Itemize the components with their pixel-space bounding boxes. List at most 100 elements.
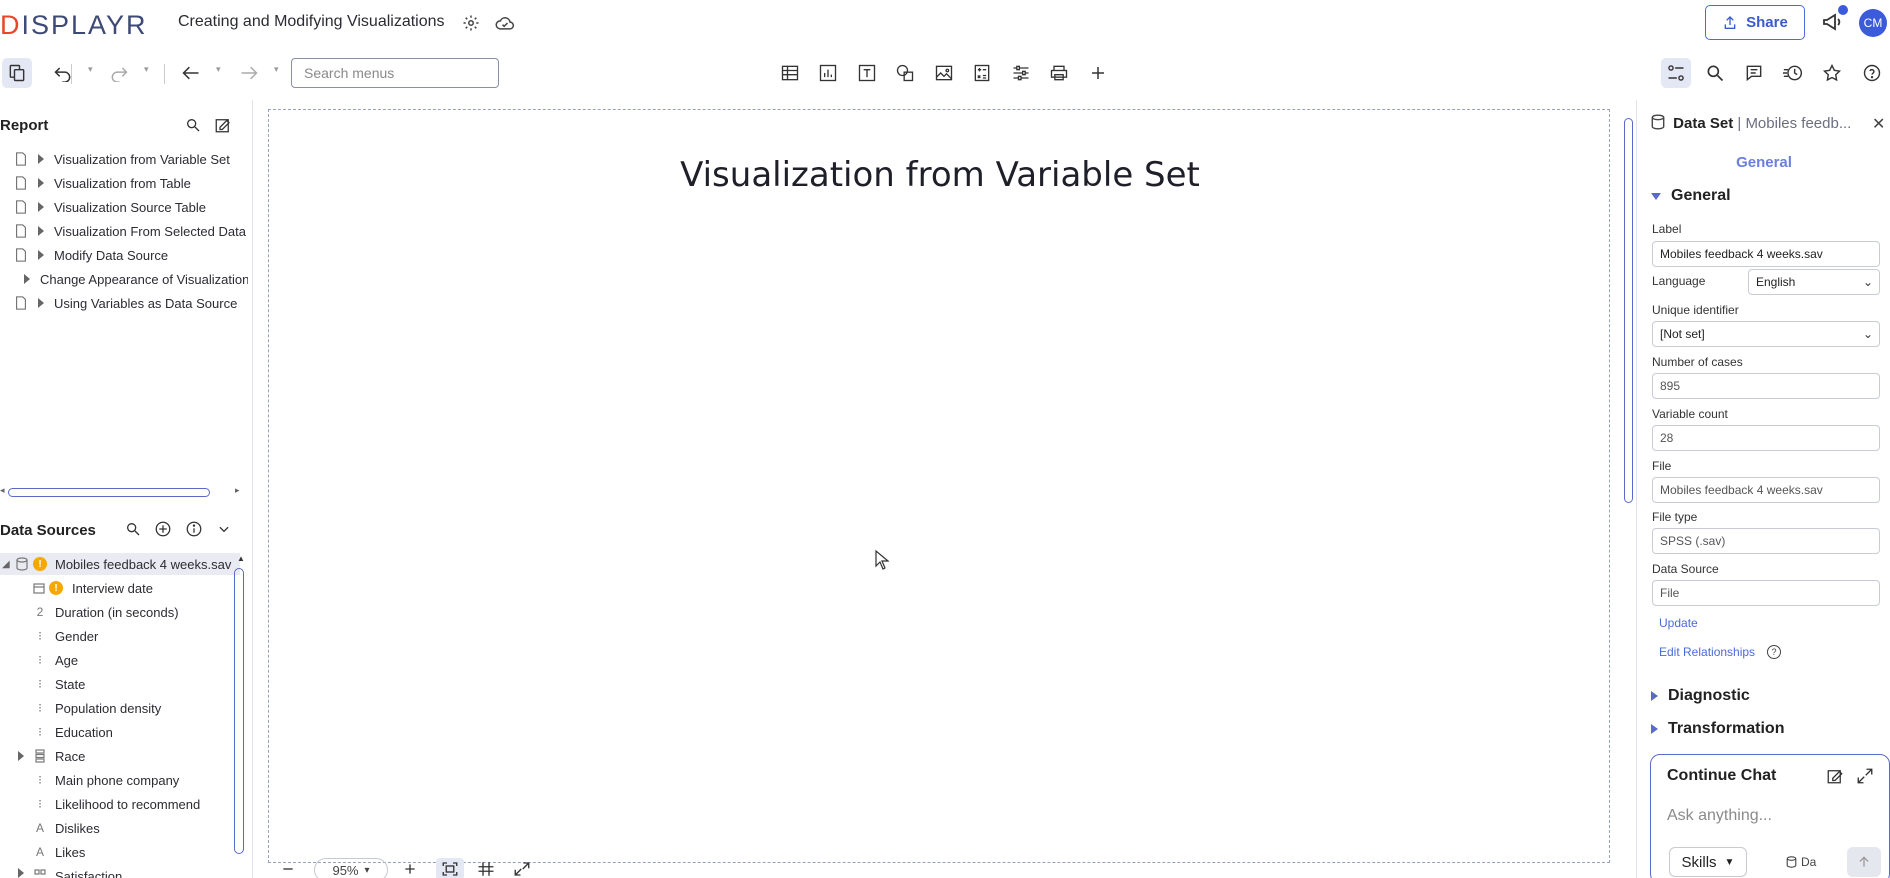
update-link[interactable]: Update xyxy=(1659,616,1698,630)
data-context-chip[interactable]: Da xyxy=(1786,855,1816,869)
forward-button[interactable] xyxy=(234,58,264,88)
skills-dropdown[interactable]: Skills ▼ xyxy=(1669,847,1747,877)
expand-arrow-icon[interactable] xyxy=(38,298,44,308)
unique-id-select[interactable]: [Not set] ⌄ xyxy=(1652,321,1880,347)
variable-item[interactable]: A Likes xyxy=(0,841,240,863)
expand-arrow-icon[interactable] xyxy=(18,868,24,878)
zoom-out-button[interactable] xyxy=(274,858,302,878)
variable-item[interactable]: ⁝ Likelihood to recommend xyxy=(0,793,240,815)
undo-history-caret[interactable]: ▾ xyxy=(88,64,93,75)
section-general[interactable]: General xyxy=(1651,187,1731,205)
report-item[interactable]: Change Appearance of Visualization xyxy=(0,268,248,290)
search-menus-input[interactable] xyxy=(291,58,499,88)
report-item[interactable]: Visualization from Table xyxy=(0,172,248,194)
chevron-down-icon[interactable] xyxy=(214,519,234,539)
variable-item[interactable]: ⁝ State xyxy=(0,673,240,695)
edit-relationships-link[interactable]: Edit Relationships xyxy=(1659,645,1755,659)
search-button[interactable] xyxy=(1700,58,1730,88)
report-horizontal-scrollbar[interactable] xyxy=(8,488,210,497)
data-set-item[interactable]: ◢ ! Mobiles feedback 4 weeks.sav xyxy=(0,553,240,575)
label-input[interactable]: Mobiles feedback 4 weeks.sav xyxy=(1652,241,1880,267)
document-title[interactable]: Creating and Modifying Visualizations xyxy=(178,13,445,31)
add-button[interactable] xyxy=(1083,58,1113,88)
scroll-left-icon[interactable]: ◂ xyxy=(0,485,5,496)
close-icon[interactable]: ✕ xyxy=(1872,114,1885,134)
cloud-sync-icon[interactable] xyxy=(494,12,516,34)
expand-arrow-icon[interactable] xyxy=(38,202,44,212)
variable-item[interactable]: 2 Duration (in seconds) xyxy=(0,601,240,623)
forward-history-caret[interactable]: ▾ xyxy=(274,64,279,75)
variable-item[interactable]: A Dislikes xyxy=(0,817,240,839)
page-canvas[interactable]: Visualization from Variable Set xyxy=(268,109,1610,863)
add-data-icon[interactable] xyxy=(153,519,173,539)
chat-input[interactable] xyxy=(1667,807,1817,825)
expand-arrow-icon[interactable] xyxy=(38,250,44,260)
export-button[interactable] xyxy=(1044,58,1074,88)
section-transformation[interactable]: Transformation xyxy=(1651,720,1784,734)
insert-control-button[interactable] xyxy=(1006,58,1036,88)
redo-history-caret[interactable]: ▾ xyxy=(144,64,149,75)
insert-shape-button[interactable] xyxy=(890,58,920,88)
back-button[interactable] xyxy=(176,58,206,88)
report-item-label: Visualization from Variable Set xyxy=(54,151,230,167)
new-chat-icon[interactable] xyxy=(1826,767,1844,790)
help-icon[interactable]: ? xyxy=(1767,645,1781,659)
variable-item[interactable]: ⁝ Education xyxy=(0,721,240,743)
info-icon[interactable] xyxy=(184,519,204,539)
new-page-icon[interactable] xyxy=(213,115,233,135)
scroll-up-icon[interactable]: ▲ xyxy=(237,554,245,563)
language-select[interactable]: English ⌄ xyxy=(1748,269,1880,295)
expand-arrow-icon[interactable] xyxy=(18,751,24,761)
report-search-icon[interactable] xyxy=(183,115,203,135)
favorites-button[interactable] xyxy=(1817,58,1847,88)
insert-image-button[interactable] xyxy=(929,58,959,88)
fit-to-window-button[interactable] xyxy=(436,858,464,878)
zoom-in-button[interactable] xyxy=(396,858,424,878)
report-item[interactable]: Using Variables as Data Source xyxy=(0,292,248,314)
expand-arrow-icon[interactable] xyxy=(38,178,44,188)
redo-button[interactable] xyxy=(104,58,134,88)
tab-general[interactable]: General xyxy=(1637,154,1890,171)
zoom-select[interactable]: 95% ▾ xyxy=(314,858,388,878)
insert-calculation-button[interactable] xyxy=(967,58,997,88)
canvas-vertical-scrollbar[interactable] xyxy=(1624,118,1633,503)
user-avatar[interactable]: CM xyxy=(1859,9,1887,37)
variable-item[interactable]: ! Interview date xyxy=(0,577,240,599)
comments-button[interactable] xyxy=(1739,58,1769,88)
expand-arrow-icon[interactable] xyxy=(38,154,44,164)
variable-item[interactable]: Race xyxy=(0,745,240,767)
report-item[interactable]: Visualization from Variable Set xyxy=(0,148,248,170)
displayr-logo[interactable]: DISPLAYR xyxy=(0,10,148,41)
scroll-right-icon[interactable]: ▸ xyxy=(235,485,240,496)
insert-chart-button[interactable] xyxy=(813,58,843,88)
report-item[interactable]: Visualization Source Table xyxy=(0,196,248,218)
data-search-icon[interactable] xyxy=(123,519,143,539)
variable-item[interactable]: Satisfaction xyxy=(0,865,240,878)
undo-button[interactable] xyxy=(48,58,78,88)
variable-item[interactable]: ⁝ Age xyxy=(0,649,240,671)
insert-text-button[interactable] xyxy=(852,58,882,88)
gear-icon[interactable] xyxy=(460,12,482,34)
insert-table-button[interactable] xyxy=(775,58,805,88)
data-sources-vertical-scrollbar[interactable] xyxy=(234,568,244,854)
toggle-properties-panel-button[interactable] xyxy=(1661,58,1691,88)
help-button[interactable] xyxy=(1857,58,1887,88)
share-button[interactable]: Share xyxy=(1705,5,1805,40)
history-button[interactable] xyxy=(1778,58,1808,88)
toggle-left-panel-button[interactable] xyxy=(2,58,32,88)
send-button[interactable] xyxy=(1847,847,1881,877)
report-item[interactable]: Modify Data Source xyxy=(0,244,248,266)
variable-item[interactable]: ⁝ Gender xyxy=(0,625,240,647)
section-diagnostic[interactable]: Diagnostic xyxy=(1651,687,1750,705)
expand-arrow-icon[interactable] xyxy=(38,226,44,236)
report-item[interactable]: Visualization From Selected Data xyxy=(0,220,248,242)
page-title[interactable]: Visualization from Variable Set xyxy=(269,155,1611,195)
grid-toggle-button[interactable] xyxy=(472,858,500,878)
variable-item[interactable]: ⁝ Main phone company xyxy=(0,769,240,791)
variable-item[interactable]: ⁝ Population density xyxy=(0,697,240,719)
expand-chat-icon[interactable] xyxy=(1856,767,1874,790)
full-screen-button[interactable] xyxy=(508,858,536,878)
collapse-arrow-icon[interactable]: ◢ xyxy=(2,559,10,570)
back-history-caret[interactable]: ▾ xyxy=(216,64,221,75)
expand-arrow-icon[interactable] xyxy=(24,274,30,284)
